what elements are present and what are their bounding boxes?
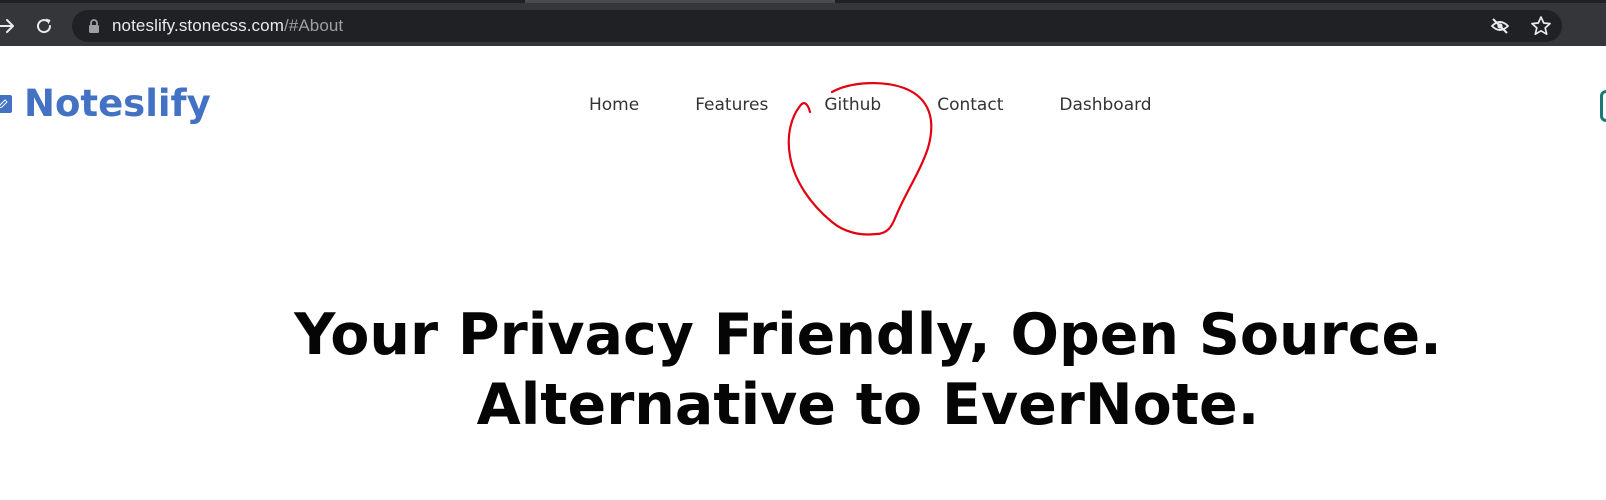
lock-icon[interactable] [88, 19, 100, 33]
note-icon [0, 95, 12, 113]
header-action-button-edge[interactable] [1600, 90, 1606, 122]
address-bar[interactable]: noteslify.stonecss.com/#About [72, 10, 1562, 42]
url-path: /#About [283, 16, 344, 35]
browser-toolbar: noteslify.stonecss.com/#About [0, 0, 1606, 46]
brand-logo-link[interactable]: Noteslify [0, 82, 211, 126]
brand-name: Noteslify [24, 82, 211, 125]
arrow-right-icon [0, 19, 14, 33]
site-header: Noteslify Home Features Github Contact D… [0, 46, 1606, 236]
reload-button[interactable] [31, 13, 57, 39]
active-tab-edge [525, 0, 835, 3]
url-text[interactable]: noteslify.stonecss.com/#About [112, 16, 343, 36]
nav-link-features[interactable]: Features [695, 95, 768, 115]
main-nav: Home Features Github Contact Dashboard [589, 95, 1152, 115]
nav-link-dashboard[interactable]: Dashboard [1059, 95, 1151, 115]
forward-button[interactable] [0, 13, 20, 39]
hero-headline-line-1: Your Privacy Friendly, Open Source. [294, 302, 1442, 368]
url-host: noteslify.stonecss.com [112, 16, 284, 35]
tracking-blocked-eye-icon[interactable] [1490, 16, 1510, 36]
hero-headline-line-2: Alternative to EverNote. [476, 372, 1260, 438]
nav-link-home[interactable]: Home [589, 95, 639, 115]
nav-link-github[interactable]: Github [824, 95, 881, 115]
reload-icon [37, 18, 52, 34]
bookmark-star-icon[interactable] [1530, 15, 1552, 37]
nav-link-contact[interactable]: Contact [937, 95, 1003, 115]
hero-headline: Your Privacy Friendly, Open Source. Alte… [0, 300, 1606, 440]
pencil-icon [0, 99, 8, 109]
hero-section: Your Privacy Friendly, Open Source. Alte… [0, 300, 1606, 440]
